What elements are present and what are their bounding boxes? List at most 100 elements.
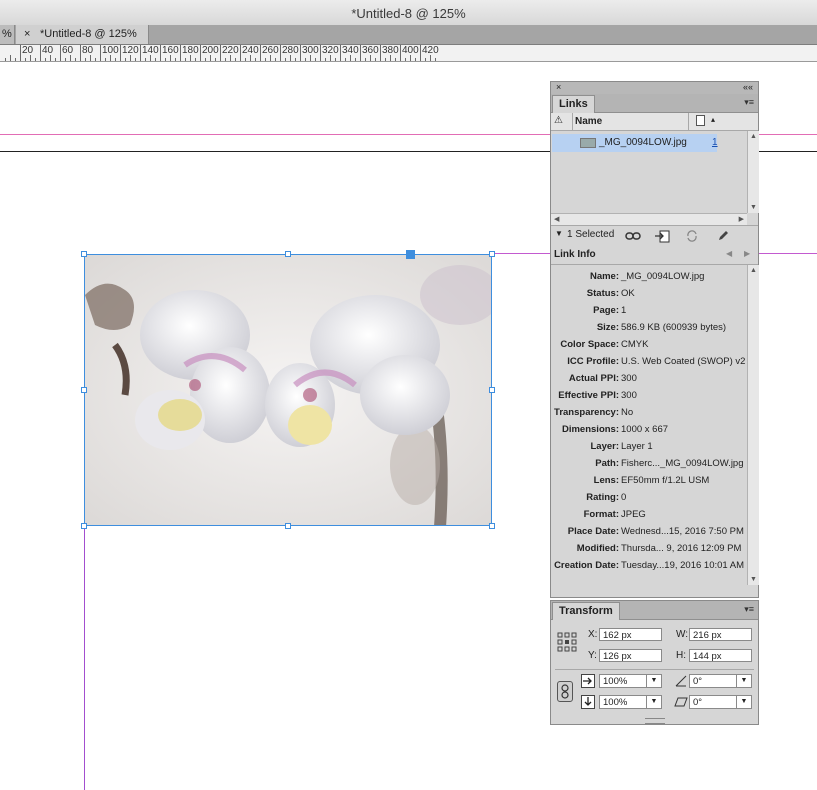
- link-info-row: Creation Date: Tuesday...19, 2016 10:01 A…: [551, 557, 747, 574]
- tab-untitled-8[interactable]: × *Untitled-8 @ 125%: [16, 25, 149, 44]
- horizontal-ruler[interactable]: 20 40 60 80 100 120 140 160 180 200 220 240 260 280 30…: [0, 45, 817, 62]
- ruler-minor-tick: [250, 55, 251, 61]
- ruler-minor-tick: [350, 55, 351, 61]
- scale-y-icon: [581, 695, 595, 709]
- resize-handle-top-right[interactable]: [489, 251, 495, 257]
- scroll-right-arrow-icon[interactable]: ▶: [739, 215, 744, 223]
- link-row-selected[interactable]: _MG_0094LOW.jpg 1: [552, 134, 718, 152]
- link-info-row: Rating: 0: [551, 489, 747, 506]
- panel-resize-grip-icon[interactable]: [645, 718, 665, 724]
- previous-link-icon[interactable]: ◀: [726, 249, 732, 258]
- collapse-panel-icon[interactable]: ««: [743, 82, 753, 92]
- update-link-icon[interactable]: [685, 229, 699, 243]
- scroll-up-arrow-icon[interactable]: ▲: [750, 267, 757, 274]
- tab-label: *Untitled-8 @ 125%: [40, 28, 137, 40]
- shear-icon: [674, 697, 688, 707]
- sort-ascending-icon[interactable]: ▴: [711, 115, 715, 124]
- content-grabber-handle[interactable]: [406, 250, 415, 259]
- scale-y-select[interactable]: 100% ▼: [599, 695, 662, 709]
- resize-handle-bottom-right[interactable]: [489, 523, 495, 529]
- link-info-key: Rating:: [586, 492, 619, 503]
- ruler-minor-tick: [265, 58, 266, 61]
- ruler-minor-tick: [290, 55, 291, 61]
- resize-handle-bottom[interactable]: [285, 523, 291, 529]
- height-field[interactable]: 144 px: [689, 649, 752, 662]
- close-tab-icon[interactable]: ×: [24, 25, 30, 44]
- ruler-major-tick: [280, 45, 281, 61]
- dropdown-arrow-icon[interactable]: ▼: [646, 696, 661, 708]
- relink-icon[interactable]: [625, 230, 641, 242]
- ruler-minor-tick: [435, 58, 436, 61]
- links-horizontal-scrollbar[interactable]: ◀ ▶: [551, 213, 747, 225]
- link-info-label[interactable]: Link Info: [554, 249, 596, 260]
- panel-menu-icon[interactable]: ▾≡: [744, 97, 754, 108]
- tab-previous-document[interactable]: %: [0, 25, 15, 44]
- panel-menu-icon[interactable]: ▾≡: [744, 604, 754, 615]
- ruler-minor-tick: [125, 58, 126, 61]
- transform-tab-strip: Transform ▾≡: [551, 601, 758, 620]
- placed-image-frame[interactable]: [84, 254, 492, 526]
- resize-handle-left[interactable]: [81, 387, 87, 393]
- scroll-down-arrow-icon[interactable]: ▼: [750, 576, 757, 583]
- tab-links[interactable]: Links: [552, 95, 595, 113]
- scroll-left-arrow-icon[interactable]: ◀: [554, 215, 559, 223]
- ruler-major-tick: [180, 45, 181, 61]
- scroll-up-arrow-icon[interactable]: ▲: [750, 133, 757, 140]
- column-divider: [572, 113, 573, 130]
- disclosure-triangle-icon[interactable]: ▼: [555, 229, 563, 238]
- link-info-row: Color Space: CMYK: [551, 336, 747, 353]
- transform-panel: Transform ▾≡ X: 162 px W: 216 px Y: 126 …: [550, 600, 759, 725]
- x-field[interactable]: 162 px: [599, 628, 662, 641]
- link-page-number[interactable]: 1: [712, 134, 718, 152]
- ruler-minor-tick: [130, 55, 131, 61]
- edit-original-icon[interactable]: [717, 229, 730, 242]
- link-info-value: Wednesd...15, 2016 7:50 PM: [621, 526, 744, 537]
- link-info-key: Page:: [593, 305, 619, 316]
- link-info-key: Format:: [583, 509, 619, 520]
- resize-handle-top-left[interactable]: [81, 251, 87, 257]
- dropdown-arrow-icon[interactable]: ▼: [736, 696, 751, 708]
- links-vertical-scrollbar[interactable]: ▲ ▼: [747, 131, 759, 213]
- ruler-minor-tick: [270, 55, 271, 61]
- resize-handle-top[interactable]: [285, 251, 291, 257]
- ruler-minor-tick: [345, 58, 346, 61]
- width-field[interactable]: 216 px: [689, 628, 752, 641]
- close-panel-icon[interactable]: ×: [556, 82, 561, 92]
- name-column-header[interactable]: Name: [575, 116, 602, 127]
- ruler-minor-tick: [75, 58, 76, 61]
- ruler-label: 20: [22, 45, 34, 56]
- link-info-key: Creation Date:: [554, 560, 619, 571]
- ruler-minor-tick: [70, 55, 71, 61]
- ruler-minor-tick: [355, 58, 356, 61]
- next-link-icon[interactable]: ▶: [744, 249, 750, 258]
- ruler-major-tick: [40, 45, 41, 61]
- rotation-value: 0°: [693, 676, 703, 687]
- ruler-minor-tick: [195, 58, 196, 61]
- go-to-link-icon[interactable]: [654, 229, 670, 243]
- orchid-image: [85, 255, 491, 525]
- shear-value: 0°: [693, 697, 703, 708]
- y-field[interactable]: 126 px: [599, 649, 662, 662]
- ruler-minor-tick: [50, 55, 51, 61]
- dropdown-arrow-icon[interactable]: ▼: [736, 675, 751, 687]
- scale-x-value: 100%: [603, 676, 628, 687]
- link-info-scrollbar[interactable]: ▲ ▼: [747, 265, 759, 585]
- warning-icon[interactable]: ⚠: [554, 115, 563, 126]
- ruler-label: 80: [82, 45, 94, 56]
- scale-x-select[interactable]: 100% ▼: [599, 674, 662, 688]
- ruler-minor-tick: [190, 55, 191, 61]
- scroll-down-arrow-icon[interactable]: ▼: [750, 204, 757, 211]
- shear-select[interactable]: 0° ▼: [689, 695, 752, 709]
- link-info-value: Thursda... 9, 2016 12:09 PM: [621, 543, 742, 554]
- resize-handle-bottom-left[interactable]: [81, 523, 87, 529]
- dropdown-arrow-icon[interactable]: ▼: [646, 675, 661, 687]
- ruler-major-tick: [80, 45, 81, 61]
- ruler-minor-tick: [215, 58, 216, 61]
- reference-point-icon[interactable]: [557, 632, 577, 652]
- rotation-select[interactable]: 0° ▼: [689, 674, 752, 688]
- resize-handle-right[interactable]: [489, 387, 495, 393]
- constrain-proportions-icon[interactable]: [557, 681, 573, 702]
- link-info-value: Fisherc..._MG_0094LOW.jpg: [621, 458, 744, 469]
- page-column-icon[interactable]: [696, 115, 705, 126]
- tab-transform[interactable]: Transform: [552, 602, 620, 620]
